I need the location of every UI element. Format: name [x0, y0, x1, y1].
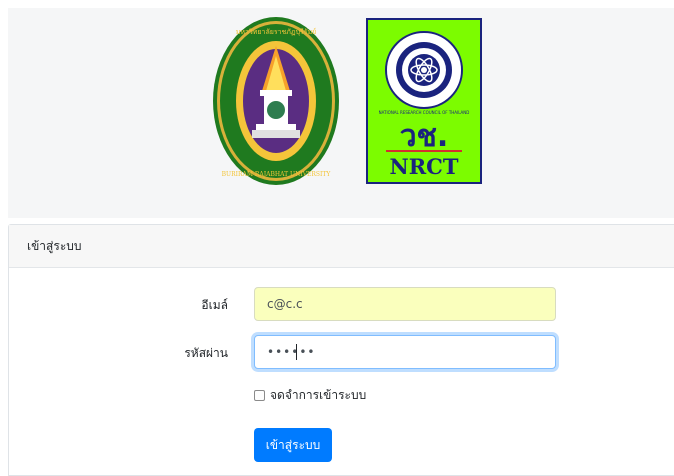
- nrct-logo: NATIONAL RESEARCH COUNCIL OF THAILAND วช…: [366, 18, 482, 184]
- nrct-ring-text: NATIONAL RESEARCH COUNCIL OF THAILAND: [379, 110, 470, 115]
- login-button[interactable]: เข้าสู่ระบบ: [254, 428, 332, 462]
- email-input[interactable]: [254, 287, 556, 321]
- logo-banner: [8, 8, 674, 218]
- text-cursor: [296, 344, 297, 360]
- nrct-thai-abbr: วช.: [400, 119, 449, 154]
- remember-me-row[interactable]: จดจำการเข้าระบบ: [254, 386, 366, 405]
- bru-logo-text: BURIRAM RAJABHAT UNIVERSITY: [222, 171, 332, 178]
- email-label: อีเมล์: [201, 298, 228, 312]
- nrct-abbr: NRCT: [390, 154, 459, 179]
- password-label: รหัสผ่าน: [184, 346, 228, 360]
- bru-university-logo: BURIRAM RAJABHAT UNIVERSITY มหาวิทยาลัยร…: [213, 17, 339, 185]
- remember-me-checkbox[interactable]: [254, 390, 265, 401]
- card-header: เข้าสู่ระบบ: [9, 225, 674, 268]
- remember-me-label: จดจำการเข้าระบบ: [270, 388, 367, 402]
- bru-logo-thai-text: มหาวิทยาลัยราชภัฏบุรีรัมย์: [236, 28, 317, 36]
- password-input[interactable]: [254, 335, 556, 369]
